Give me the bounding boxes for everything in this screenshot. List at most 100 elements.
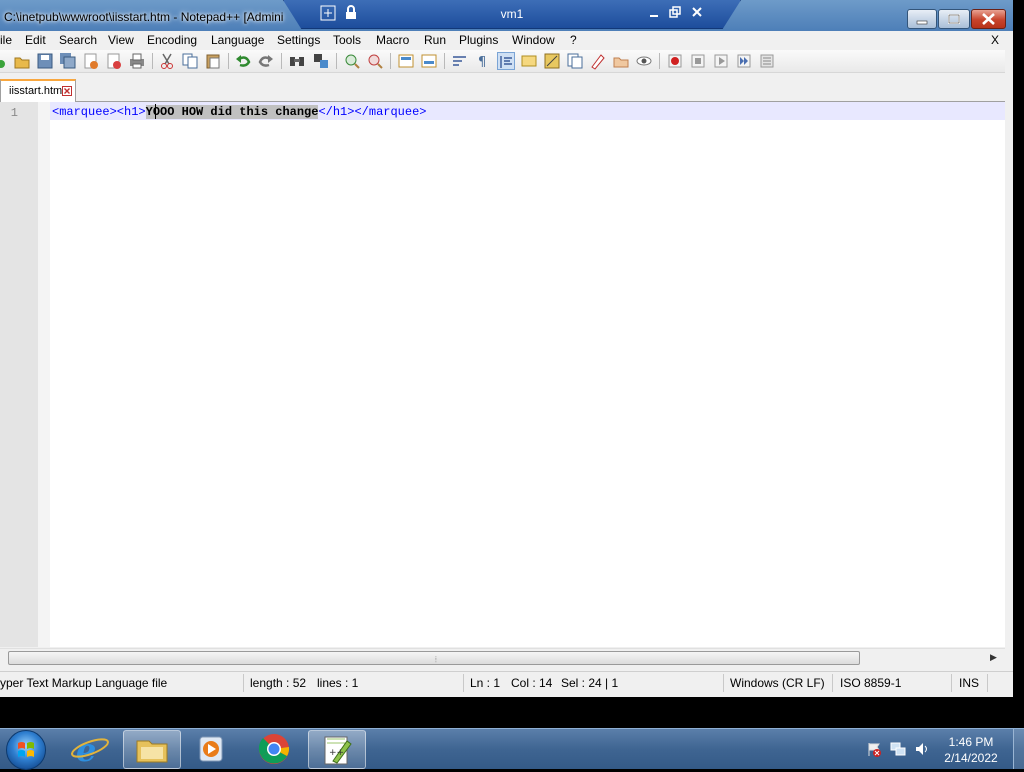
show-desktop-button[interactable]: [1013, 729, 1024, 769]
menu-plugins[interactable]: Plugins: [459, 33, 498, 47]
restore-icon: [948, 14, 960, 24]
menu-bar: ile Edit Search View Encoding Language S…: [0, 31, 1013, 49]
menu-language[interactable]: Language: [211, 33, 264, 47]
scrollbar-thumb[interactable]: ⦙: [8, 651, 860, 665]
clock-date: 2/14/2022: [944, 751, 998, 765]
vm-connection-bar: vm1: [283, 0, 741, 29]
volume-icon[interactable]: [914, 741, 930, 757]
show-all-chars-icon[interactable]: ¶: [474, 52, 492, 70]
selected-text: YOOO HOW did this change: [145, 105, 319, 119]
menu-view[interactable]: View: [108, 33, 134, 47]
code-line[interactable]: <marquee><h1>YOOO HOW did this change</h…: [52, 105, 426, 119]
code-suffix: </h1></marquee>: [318, 105, 427, 119]
minimize-button[interactable]: [907, 9, 937, 29]
close-icon: [982, 13, 995, 25]
menu-file[interactable]: ile: [0, 33, 12, 47]
windows-logo-icon: [18, 742, 34, 757]
playback-macro-icon[interactable]: [712, 52, 730, 70]
find-icon[interactable]: [288, 52, 306, 70]
status-eol[interactable]: Windows (CR LF): [730, 676, 825, 690]
status-lines: lines : 1: [317, 676, 359, 690]
clock-time: 1:46 PM: [948, 735, 994, 749]
taskbar: e ++ 1:46 PM 2/14/2022: [0, 728, 1024, 770]
minimize-icon: [916, 20, 928, 25]
start-button[interactable]: [6, 730, 46, 770]
status-line: Ln : 1: [470, 676, 501, 690]
grip-icon: ⦙: [435, 655, 437, 664]
stop-record-icon[interactable]: [689, 52, 707, 70]
vm-close-icon[interactable]: [691, 6, 703, 18]
action-center-flag-icon[interactable]: [866, 741, 882, 757]
word-wrap-icon[interactable]: [451, 52, 469, 70]
chrome-icon[interactable]: [246, 730, 302, 767]
internet-explorer-icon[interactable]: e: [62, 730, 118, 769]
status-column: Col : 14: [511, 676, 553, 690]
close-document-button[interactable]: X: [991, 33, 999, 47]
copy-icon[interactable]: [181, 52, 199, 70]
user-defined-language-icon[interactable]: [520, 52, 538, 70]
sync-horizontal-icon[interactable]: [420, 52, 438, 70]
tab-label: iisstart.htm: [9, 85, 63, 97]
document-map-icon[interactable]: [543, 52, 561, 70]
monitoring-icon[interactable]: [612, 52, 630, 70]
menu-edit[interactable]: Edit: [25, 33, 46, 47]
redo-icon[interactable]: [257, 52, 275, 70]
maximize-button[interactable]: [938, 9, 970, 29]
zoom-out-icon[interactable]: [366, 52, 384, 70]
editor-area[interactable]: 1 <marquee><h1>YOOO HOW did this change<…: [0, 102, 1005, 647]
save-macro-icon[interactable]: [758, 52, 776, 70]
menu-help[interactable]: ?: [570, 33, 577, 47]
system-clock[interactable]: 1:46 PM 2/14/2022: [936, 734, 1006, 766]
indent-guide-icon[interactable]: [497, 52, 515, 70]
close-window-button[interactable]: [971, 9, 1006, 29]
function-list-icon[interactable]: [566, 52, 584, 70]
folder-as-workspace-icon[interactable]: [589, 52, 607, 70]
fold-margin[interactable]: [38, 102, 50, 647]
code-prefix: <marquee><h1>: [52, 105, 146, 119]
menu-macro[interactable]: Macro: [376, 33, 409, 47]
status-encoding: ISO 8859-1: [840, 676, 902, 690]
record-macro-icon[interactable]: [666, 52, 684, 70]
window-title: C:\inetpub\wwwroot\iisstart.htm - Notepa…: [4, 10, 284, 24]
print-icon[interactable]: [128, 52, 146, 70]
save-all-icon[interactable]: [59, 52, 77, 70]
run-macro-multiple-icon[interactable]: [735, 52, 753, 70]
status-bar: yper Text Markup Language file length : …: [0, 671, 1013, 694]
status-file-type: yper Text Markup Language file: [0, 676, 168, 690]
menu-encoding[interactable]: Encoding: [147, 33, 197, 47]
zoom-in-icon[interactable]: [343, 52, 361, 70]
menu-window[interactable]: Window: [512, 33, 555, 47]
tab-close-icon[interactable]: [62, 86, 72, 96]
save-icon[interactable]: [36, 52, 54, 70]
media-player-icon[interactable]: [183, 730, 239, 767]
tab-bar: iisstart.htm: [0, 76, 1005, 102]
menu-settings[interactable]: Settings: [277, 33, 320, 47]
vm-minimize-icon[interactable]: [648, 7, 660, 19]
open-file-icon[interactable]: [13, 52, 31, 70]
toolbar: ¶: [0, 50, 1005, 73]
close-all-icon[interactable]: [105, 52, 123, 70]
menu-search[interactable]: Search: [59, 33, 97, 47]
menu-run[interactable]: Run: [424, 33, 446, 47]
scroll-right-icon[interactable]: ▶: [990, 652, 997, 663]
status-insert-mode: INS: [959, 676, 980, 690]
windows-explorer-icon[interactable]: [123, 730, 181, 769]
close-file-icon[interactable]: [82, 52, 100, 70]
cut-icon[interactable]: [158, 52, 176, 70]
menu-tools[interactable]: Tools: [333, 33, 361, 47]
svg-text:e: e: [76, 731, 96, 767]
vm-restore-icon[interactable]: [669, 6, 681, 18]
paste-icon[interactable]: [204, 52, 222, 70]
svg-text:¶: ¶: [478, 55, 486, 70]
eye-icon[interactable]: [635, 52, 653, 70]
tab-iisstart[interactable]: iisstart.htm: [0, 79, 76, 102]
notepad-plus-plus-window: C:\inetpub\wwwroot\iisstart.htm - Notepa…: [0, 0, 1013, 697]
notepad-plus-plus-icon[interactable]: ++: [308, 730, 366, 769]
status-length: length : 52: [250, 676, 307, 690]
replace-icon[interactable]: [312, 52, 330, 70]
network-icon[interactable]: [890, 741, 906, 757]
sync-vertical-icon[interactable]: [397, 52, 415, 70]
new-file-icon[interactable]: [0, 52, 10, 70]
undo-icon[interactable]: [234, 52, 252, 70]
horizontal-scrollbar[interactable]: ⦙ ▶: [0, 648, 1005, 666]
